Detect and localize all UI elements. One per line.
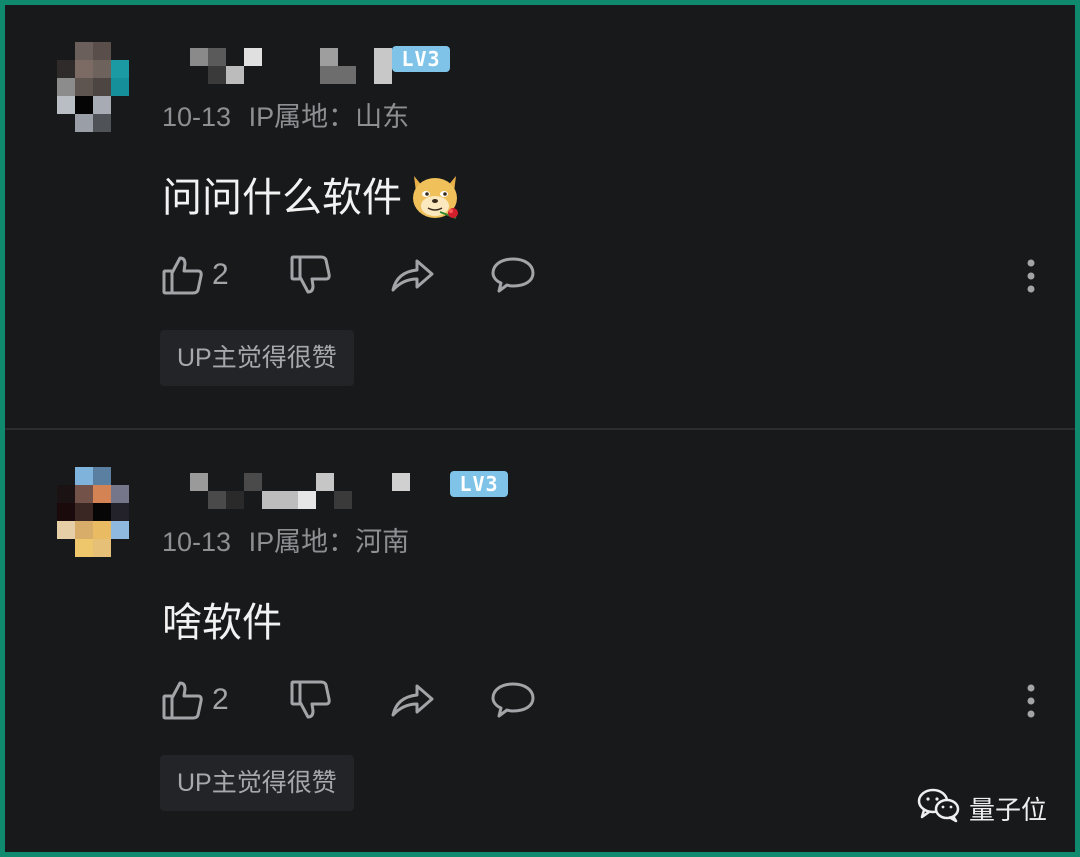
avatar[interactable] bbox=[55, 42, 135, 132]
ip-location: IP属地：河南 bbox=[248, 527, 410, 557]
share-button[interactable] bbox=[389, 675, 435, 725]
level-badge: LV3 bbox=[392, 46, 450, 72]
more-options-button[interactable] bbox=[1025, 258, 1037, 299]
share-arrow-icon bbox=[389, 252, 435, 298]
like-count: 2 bbox=[212, 683, 229, 716]
comment-text-row: 啥软件 bbox=[162, 590, 282, 648]
watermark-label: 量子位 bbox=[969, 794, 1048, 825]
vertical-ellipsis-icon bbox=[1025, 684, 1037, 723]
share-button[interactable] bbox=[389, 250, 435, 300]
comment-text: 问问什么软件 bbox=[162, 176, 402, 220]
dislike-button[interactable] bbox=[288, 250, 334, 300]
thumbs-down-icon bbox=[288, 252, 334, 298]
thumbs-down-icon bbox=[288, 677, 334, 723]
thumbs-up-icon bbox=[160, 677, 206, 723]
like-button[interactable]: 2 bbox=[160, 250, 229, 300]
doge-rose-emoji bbox=[406, 166, 464, 234]
comment-meta: 10-13 IP属地：山东 bbox=[162, 95, 409, 134]
comment-date: 10-13 bbox=[162, 527, 232, 557]
speech-bubble-icon bbox=[490, 677, 536, 723]
share-arrow-icon bbox=[389, 677, 435, 723]
ip-location: IP属地：山东 bbox=[248, 102, 410, 132]
wechat-icon bbox=[917, 786, 969, 831]
comment-date: 10-13 bbox=[162, 102, 232, 132]
avatar[interactable] bbox=[55, 467, 135, 557]
reply-button[interactable] bbox=[490, 250, 536, 300]
action-bar: 2 bbox=[160, 250, 1040, 300]
vertical-ellipsis-icon bbox=[1025, 259, 1037, 298]
like-button[interactable]: 2 bbox=[160, 675, 229, 725]
like-count: 2 bbox=[212, 258, 229, 291]
up-liked-tag: UP主觉得很赞 bbox=[160, 755, 354, 811]
comment-item: LV3 10-13 IP属地：河南 啥软件 2 UP主觉得很赞 bbox=[5, 430, 1075, 850]
dislike-button[interactable] bbox=[288, 675, 334, 725]
comment-meta: 10-13 IP属地：河南 bbox=[162, 520, 409, 559]
level-badge: LV3 bbox=[450, 471, 508, 497]
comment-text: 啥软件 bbox=[162, 601, 282, 645]
watermark: 量子位 bbox=[917, 788, 1047, 828]
thumbs-up-icon bbox=[160, 252, 206, 298]
speech-bubble-icon bbox=[490, 252, 536, 298]
reply-button[interactable] bbox=[490, 675, 536, 725]
more-options-button[interactable] bbox=[1025, 683, 1037, 724]
comment-item: LV3 10-13 IP属地：山东 问问什么软件 2 UP主觉得很赞 bbox=[5, 5, 1075, 425]
comment-list: LV3 10-13 IP属地：山东 问问什么软件 2 UP主觉得很赞 LV3 1… bbox=[5, 5, 1075, 852]
up-liked-tag: UP主觉得很赞 bbox=[160, 330, 354, 386]
action-bar: 2 bbox=[160, 675, 1040, 725]
comment-text-row: 问问什么软件 bbox=[162, 165, 464, 234]
